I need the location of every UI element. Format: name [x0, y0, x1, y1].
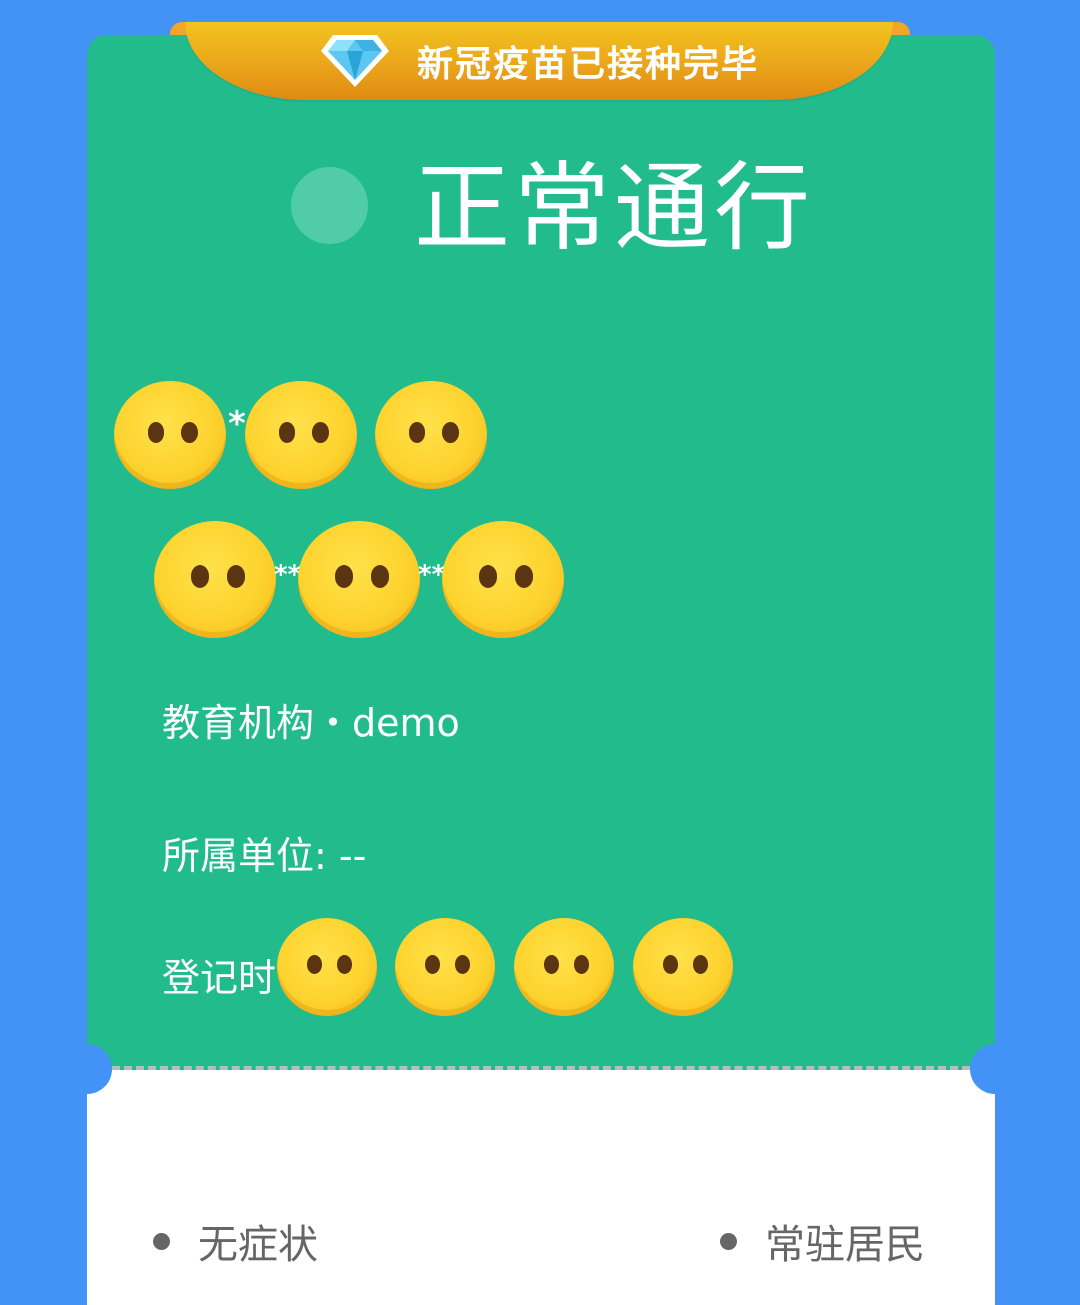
mask-emoji: [277, 918, 377, 1016]
organization-label: 教育机构・demo: [162, 701, 460, 745]
bullet-icon: [720, 1232, 737, 1250]
mask-emoji: [442, 521, 564, 638]
mask-emoji: [375, 381, 487, 489]
mask-emoji: [514, 918, 614, 1016]
mask-emoji: [633, 918, 733, 1016]
mask-emoji: [114, 381, 226, 489]
perforation-line: [112, 1066, 970, 1070]
mask-emoji: [245, 381, 357, 489]
status-title: 正常通行: [414, 152, 814, 264]
symptom-tag: 无症状: [153, 1212, 318, 1270]
banner-text: 新冠疫苗已接种完毕: [416, 44, 759, 85]
status-indicator: [291, 167, 368, 244]
unit-label: 所属单位: --: [162, 834, 367, 878]
vaccination-banner: 新冠疫苗已接种完毕: [185, 22, 893, 100]
mask-emoji: [298, 521, 420, 638]
card-notch-right: [970, 1044, 1020, 1094]
health-pass-page: 新冠疫苗已接种完毕 正常通行 * ** ** 教育机构・demo 所属单位: -…: [0, 0, 1080, 1305]
mask-emoji: [395, 918, 495, 1016]
symptom-text: 无症状: [198, 1222, 318, 1268]
card-notch-left: [62, 1044, 112, 1094]
bullet-icon: [153, 1232, 170, 1250]
mask-emoji: [154, 521, 276, 638]
diamond-icon: [320, 35, 389, 87]
residency-text: 常驻居民: [765, 1222, 925, 1268]
masked-char: *: [228, 404, 246, 444]
residency-tag: 常驻居民: [720, 1212, 925, 1270]
register-time-label: 登记时: [162, 956, 277, 1000]
